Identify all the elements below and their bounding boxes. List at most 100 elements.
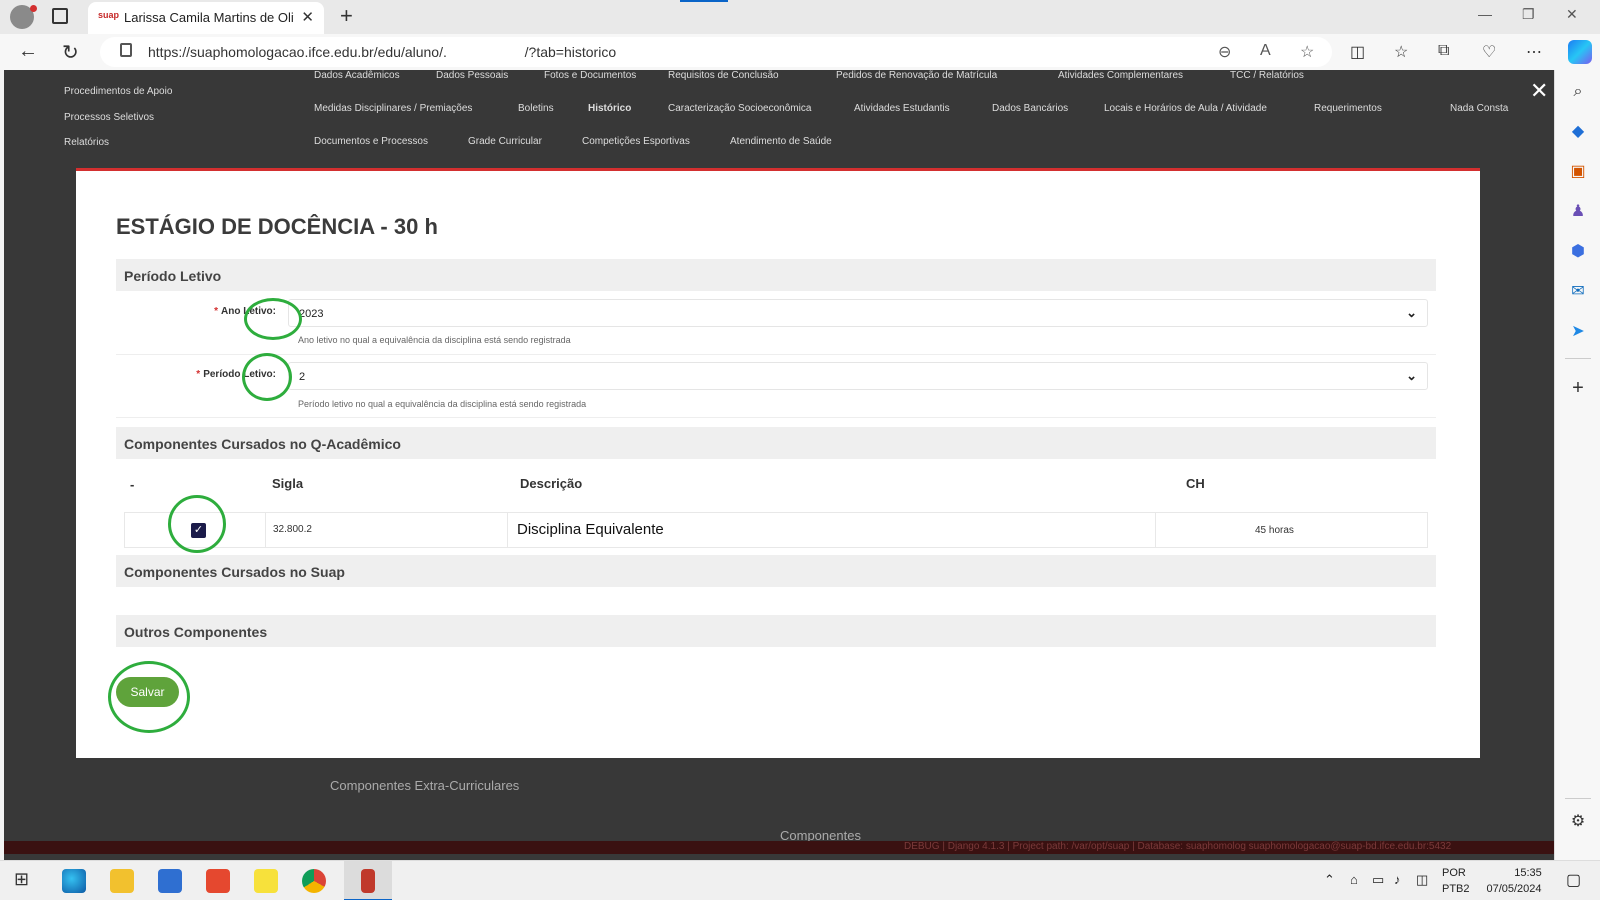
bg-tab: Locais e Horários de Aula / Atividade xyxy=(1104,103,1267,114)
chevron-down-icon: ⌄ xyxy=(1406,305,1417,320)
row-checkbox[interactable]: ✓ xyxy=(191,523,206,538)
wifi-icon[interactable]: ◫ xyxy=(1416,872,1428,888)
drop-icon[interactable]: ➤ xyxy=(1568,322,1588,342)
url-text: https://suaphomologacao.ifce.edu.br/edu/… xyxy=(148,44,617,60)
bg-tab: Requerimentos xyxy=(1314,103,1382,114)
clock-time[interactable]: 15:35 xyxy=(1500,867,1556,879)
suap-favicon-icon: suap xyxy=(98,10,120,20)
notification-center-icon[interactable]: ▢ xyxy=(1566,870,1581,890)
tab-actions-icon[interactable] xyxy=(52,8,68,24)
snipping-tool-icon[interactable] xyxy=(361,869,375,893)
new-tab-icon[interactable]: + xyxy=(340,3,353,29)
games-icon[interactable]: ♟ xyxy=(1568,202,1588,222)
cell-ch: 45 horas xyxy=(1255,525,1294,536)
bg-tab: Nada Consta xyxy=(1450,103,1509,114)
bg-section-title: Componentes Extra-Curriculares xyxy=(330,778,520,793)
periodo-letivo-value: 2 xyxy=(299,371,306,383)
wps-office-icon[interactable] xyxy=(206,869,230,893)
search-icon[interactable]: ⌕ xyxy=(1568,82,1588,102)
bg-menu-item: Processos Seletivos xyxy=(64,112,155,123)
save-button[interactable]: Salvar xyxy=(116,677,179,707)
bg-tab: TCC / Relatórios xyxy=(1230,70,1304,81)
ano-letivo-row: * Ano Letivo: 2023 ⌄ Ano letivo no qual a… xyxy=(116,293,1436,355)
favorite-star-icon[interactable]: ☆ xyxy=(1300,42,1314,62)
store-icon[interactable] xyxy=(158,869,182,893)
modal-title: ESTÁGIO DE DOCÊNCIA - 30 h xyxy=(116,214,438,239)
chevron-down-icon: ⌄ xyxy=(1406,368,1417,383)
bg-tab: Pedidos de Renovação de Matrícula xyxy=(836,70,998,81)
bg-tab: Atividades Complementares xyxy=(1058,70,1184,81)
table-row: ✓ 32.800.2 Disciplina Equivalente 45 hor… xyxy=(124,512,1428,548)
periodo-letivo-label: * Período Letivo: xyxy=(196,369,276,380)
zoom-icon[interactable]: ⊖ xyxy=(1218,42,1231,62)
window-close-icon[interactable]: ✕ xyxy=(1566,6,1578,23)
modal-close-icon[interactable]: ✕ xyxy=(1530,78,1548,104)
browser-tab-bar: suap Larissa Camila Martins de Oliveira … xyxy=(0,0,1600,34)
periodo-letivo-row: * Período Letivo: 2 ⌄ Período letivo no q… xyxy=(116,356,1436,418)
sidebar-divider xyxy=(1565,798,1591,799)
volume-icon[interactable]: ♪ xyxy=(1394,872,1401,887)
bg-menu-item: Procedimentos de Apoio xyxy=(64,86,173,97)
browser-tab[interactable]: suap Larissa Camila Martins de Oliveira … xyxy=(88,2,324,34)
edge-sidebar: ⌕ ◆ ▣ ♟ ⬢ ✉ ➤ + ⚙ xyxy=(1554,70,1600,860)
clock-date[interactable]: 07/05/2024 xyxy=(1482,883,1546,895)
bg-tab: Caracterização Socioeconômica xyxy=(668,103,812,114)
chrome-icon[interactable] xyxy=(302,869,326,893)
url-field[interactable]: https://suaphomologacao.ifce.edu.br/edu/… xyxy=(100,37,1332,67)
bg-menu-item: Relatórios xyxy=(64,137,110,148)
suap-section-title: Componentes Cursados no Suap xyxy=(124,564,345,580)
shopping-tag-icon[interactable]: ◆ xyxy=(1568,122,1588,142)
favorites-icon[interactable]: ☆ xyxy=(1394,42,1408,62)
file-explorer-icon[interactable] xyxy=(110,869,134,893)
windows-taskbar: ⊞ ⌃ ⌂ ▭ ♪ ◫ POR PTB2 15:35 07/05/2024 ▢ xyxy=(0,860,1600,900)
collections-icon[interactable]: ⧉ xyxy=(1438,42,1449,60)
qacademico-section-title: Componentes Cursados no Q-Acadêmico xyxy=(124,436,401,452)
bg-tab-active: Histórico xyxy=(588,103,632,114)
tools-icon[interactable]: ▣ xyxy=(1568,162,1588,182)
back-icon[interactable]: ← xyxy=(18,40,38,63)
col-header-sigla: Sigla xyxy=(272,476,304,491)
suap-section-header: Componentes Cursados no Suap xyxy=(116,555,1436,587)
windows-start-icon[interactable]: ⊞ xyxy=(14,869,29,890)
bg-tab: Atividades Estudantis xyxy=(854,103,950,114)
cell-sigla: 32.800.2 xyxy=(273,524,312,535)
battery-icon[interactable]: ▭ xyxy=(1372,872,1384,888)
col-header-select: - xyxy=(130,477,135,492)
bg-tab: Atendimento de Saúde xyxy=(730,136,832,147)
split-screen-icon[interactable]: ◫ xyxy=(1350,42,1365,62)
read-aloud-icon[interactable]: A xyxy=(1260,42,1271,60)
outlook-icon[interactable]: ✉ xyxy=(1568,282,1588,302)
copilot-icon[interactable] xyxy=(1568,40,1592,64)
bg-tab: Dados Acadêmicos xyxy=(314,70,400,81)
equivalence-modal: ESTÁGIO DE DOCÊNCIA - 30 h Período Letiv… xyxy=(76,168,1480,758)
qacademico-section-header: Componentes Cursados no Q-Acadêmico xyxy=(116,427,1436,459)
ano-letivo-select[interactable]: 2023 ⌄ xyxy=(288,299,1428,327)
tab-close-icon[interactable]: ✕ xyxy=(301,8,314,26)
bg-tab: Requisitos de Conclusão xyxy=(668,70,779,81)
chevron-up-icon[interactable]: ⌃ xyxy=(1324,872,1335,888)
network-device-icon[interactable]: ⌂ xyxy=(1350,872,1358,887)
browser-essentials-icon[interactable]: ♡ xyxy=(1482,42,1496,62)
debug-footer: DEBUG | Django 4.1.3 | Project path: /va… xyxy=(4,841,1554,854)
edge-icon[interactable] xyxy=(62,869,86,893)
microsoft-365-icon[interactable]: ⬢ xyxy=(1568,242,1588,262)
minimize-icon[interactable]: — xyxy=(1478,6,1492,22)
periodo-letivo-select[interactable]: 2 ⌄ xyxy=(288,362,1428,390)
language-indicator[interactable]: POR xyxy=(1442,867,1466,879)
keyboard-layout[interactable]: PTB2 xyxy=(1442,883,1470,895)
bg-tab: Documentos e Processos xyxy=(314,136,428,147)
col-header-descricao: Descrição xyxy=(520,476,583,491)
sticky-notes-icon[interactable] xyxy=(254,869,278,893)
period-section-header: Período Letivo xyxy=(116,259,1436,291)
outros-section-title: Outros Componentes xyxy=(124,624,268,640)
bg-tab: Grade Curricular xyxy=(468,136,542,147)
cell-divider xyxy=(1155,513,1156,547)
refresh-icon[interactable]: ↻ xyxy=(62,40,79,65)
settings-gear-icon[interactable]: ⚙ xyxy=(1568,812,1588,832)
more-menu-icon[interactable]: ⋯ xyxy=(1526,42,1542,62)
period-section-title: Período Letivo xyxy=(124,268,222,284)
add-icon[interactable]: + xyxy=(1568,378,1588,398)
tab-indicator xyxy=(680,0,728,2)
tab-title: Larissa Camila Martins de Oliveira xyxy=(124,10,294,25)
restore-icon[interactable]: ❐ xyxy=(1522,6,1535,23)
